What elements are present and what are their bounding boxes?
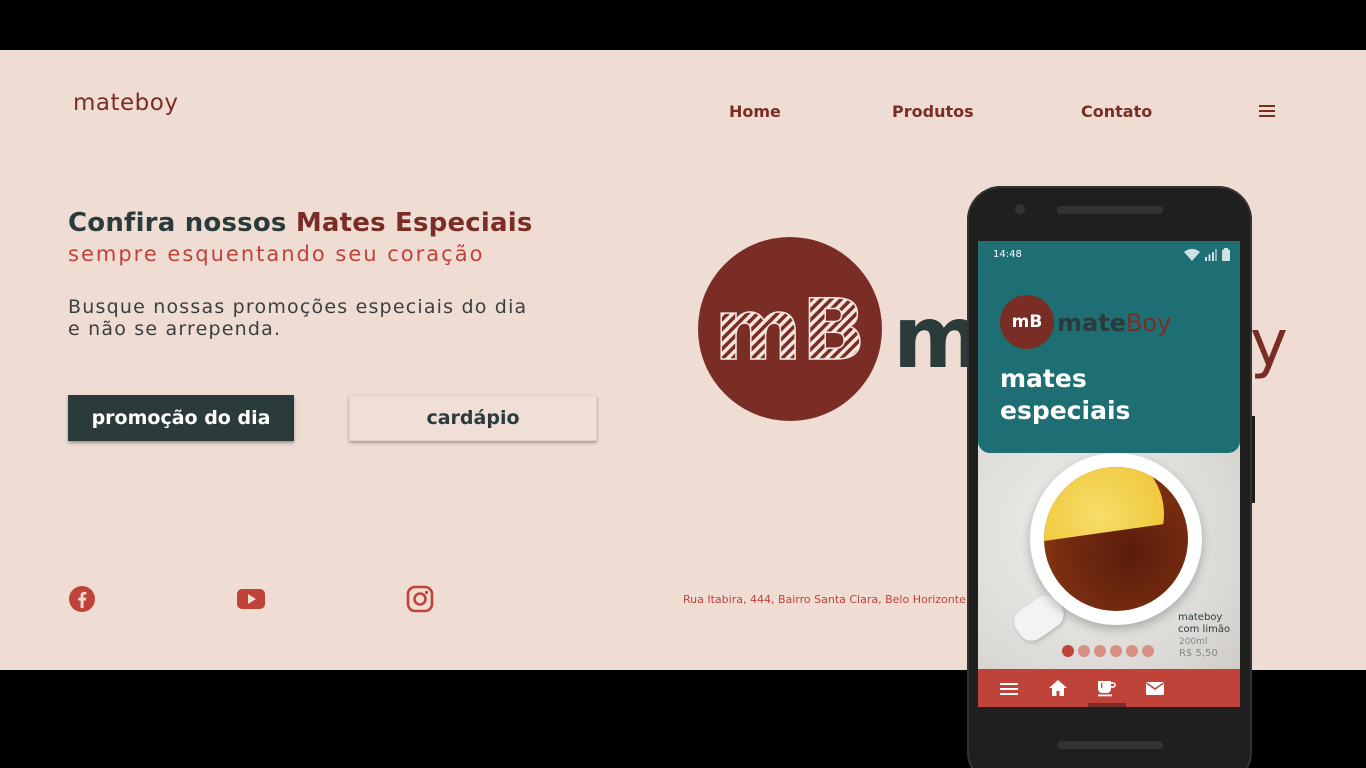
- carousel-dot[interactable]: [1078, 645, 1090, 657]
- site-logo[interactable]: mateboy: [73, 90, 178, 116]
- hero-subtitle: sempre esquentando seu coração: [68, 242, 485, 266]
- phone-camera: [1015, 204, 1025, 214]
- carousel-dot[interactable]: [1110, 645, 1122, 657]
- phone-mockup: 14:48 mB mateBoy mates especiais mateboy…: [967, 186, 1252, 768]
- svg-text:mB: mB: [714, 281, 866, 379]
- menu-icon[interactable]: [1259, 105, 1275, 117]
- hero-description: Busque nossas promoções especiais do dia…: [68, 296, 528, 340]
- app-logo-boy: Boy: [1125, 309, 1172, 337]
- phone-screen: 14:48 mB mateBoy mates especiais mateboy…: [978, 241, 1240, 707]
- carousel-dot[interactable]: [1142, 645, 1154, 657]
- product-price: R$ 5,50: [1179, 648, 1218, 659]
- nav-home[interactable]: Home: [729, 102, 781, 121]
- home-icon[interactable]: [1048, 678, 1068, 698]
- brand-logo-circle: mB: [698, 237, 882, 421]
- carousel-dots: [1062, 645, 1154, 657]
- product-size: 200ml: [1179, 637, 1208, 647]
- mail-icon[interactable]: [1145, 678, 1165, 698]
- phone-home-bar: [1057, 741, 1163, 749]
- status-time: 14:48: [993, 249, 1022, 260]
- app-logo-mate: mate: [1057, 309, 1126, 337]
- menu-icon[interactable]: [999, 678, 1019, 698]
- app-logo-circle: mB: [1000, 295, 1054, 349]
- nav-produtos[interactable]: Produtos: [892, 102, 974, 121]
- hero-title-prefix: Confira nossos: [68, 208, 296, 238]
- brand-monogram-icon: mB: [713, 280, 866, 380]
- lemon-slice: [1044, 467, 1185, 600]
- cardapio-button[interactable]: cardápio: [349, 395, 597, 441]
- nav-contato[interactable]: Contato: [1081, 102, 1152, 121]
- cup: [1030, 453, 1202, 625]
- carousel-dot[interactable]: [1126, 645, 1138, 657]
- promo-button[interactable]: promoção do dia: [68, 395, 294, 441]
- footer-address: Rua Itabira, 444, Bairro Santa Clara, Be…: [683, 593, 966, 606]
- carousel-dot[interactable]: [1062, 645, 1074, 657]
- hero-title: Confira nossos Mates Especiais: [68, 208, 533, 238]
- app-tab-bar: [978, 669, 1240, 707]
- facebook-icon[interactable]: [68, 585, 96, 613]
- coffee-icon[interactable]: [1096, 678, 1116, 698]
- product-name: mateboy com limão: [1178, 612, 1231, 635]
- status-icons: [1184, 247, 1230, 261]
- signal-icon: [1205, 249, 1217, 261]
- youtube-icon[interactable]: [236, 585, 265, 613]
- app-heading: mates especiais: [1000, 364, 1131, 425]
- phone-speaker: [1057, 206, 1163, 214]
- hero-title-accent: Mates Especiais: [295, 208, 533, 238]
- instagram-icon[interactable]: [406, 585, 434, 613]
- app-header: 14:48 mB mateBoy mates especiais: [978, 241, 1240, 453]
- app-logo-name: mateBoy: [1057, 309, 1171, 337]
- brand-logo-tail: y: [1250, 307, 1288, 381]
- carousel-dot[interactable]: [1094, 645, 1106, 657]
- tea: [1044, 467, 1188, 611]
- active-tab-indicator: [1088, 703, 1126, 707]
- wifi-icon: [1184, 249, 1200, 261]
- battery-icon: [1222, 248, 1230, 261]
